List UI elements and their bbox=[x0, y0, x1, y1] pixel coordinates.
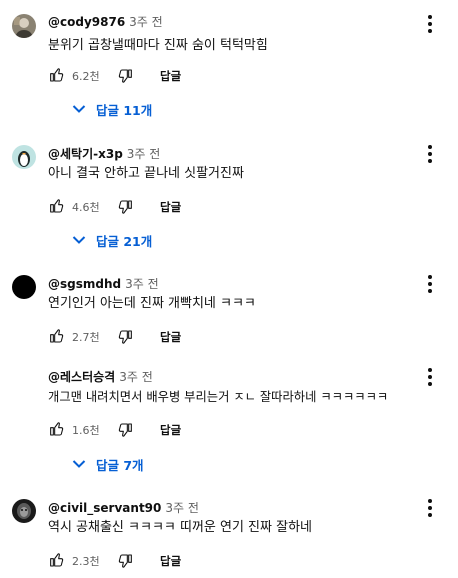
dislike-icon[interactable] bbox=[118, 199, 134, 215]
reply-button[interactable]: 답글 bbox=[160, 422, 181, 438]
reply-button[interactable]: 답글 bbox=[160, 553, 181, 569]
replies-toggle[interactable]: 답글 7개 bbox=[72, 454, 144, 474]
reply-button[interactable]: 답글 bbox=[160, 329, 181, 345]
avatar[interactable] bbox=[12, 275, 36, 299]
author-name[interactable]: @civil_servant90 bbox=[48, 501, 161, 515]
author-name[interactable]: @cody9876 bbox=[48, 15, 125, 29]
avatar[interactable] bbox=[12, 145, 36, 169]
comment-text: 역시 공채출신 ㅋㅋㅋㅋ 띠꺼운 연기 진짜 잘하네 bbox=[48, 520, 312, 535]
avatar[interactable] bbox=[12, 499, 36, 523]
timestamp[interactable]: 3주 전 bbox=[125, 277, 159, 291]
dislike-icon[interactable] bbox=[118, 422, 134, 438]
more-vert-icon[interactable] bbox=[424, 274, 436, 294]
replies-count: 답글 7개 bbox=[96, 457, 144, 473]
replies-count: 답글 11개 bbox=[96, 102, 153, 118]
like-icon[interactable] bbox=[48, 198, 64, 214]
comment-actions: 6.2천 답글 bbox=[48, 67, 248, 87]
like-icon[interactable] bbox=[48, 67, 64, 83]
like-icon[interactable] bbox=[48, 552, 64, 568]
comment-text: 개그맨 내려치면서 배우병 부리는거 ㅈㄴ 잘따라하네 ㅋㅋㅋㅋㅋㅋ bbox=[48, 390, 389, 404]
replies-toggle[interactable]: 답글 11개 bbox=[72, 99, 152, 119]
like-count: 6.2천 bbox=[72, 70, 100, 83]
more-vert-icon[interactable] bbox=[424, 14, 436, 34]
dislike-icon[interactable] bbox=[118, 553, 134, 569]
avatar[interactable] bbox=[12, 14, 36, 38]
comment-header: @sgsmdhd 3주 전 bbox=[48, 276, 159, 292]
timestamp[interactable]: 3주 전 bbox=[129, 15, 163, 29]
author-name[interactable]: @sgsmdhd bbox=[48, 277, 121, 291]
dislike-icon[interactable] bbox=[118, 68, 134, 84]
like-count: 2.7천 bbox=[72, 331, 100, 344]
chevron-down-icon bbox=[72, 104, 86, 114]
replies-count: 답글 21개 bbox=[96, 233, 153, 249]
more-vert-icon[interactable] bbox=[424, 144, 436, 164]
comment-header: @cody9876 3주 전 bbox=[48, 14, 163, 30]
comment-text: 분위기 곱창낼때마다 진짜 숨이 턱턱막힘 bbox=[48, 38, 268, 53]
more-vert-icon[interactable] bbox=[424, 498, 436, 518]
dislike-icon[interactable] bbox=[118, 329, 134, 345]
reply-button[interactable]: 답글 bbox=[160, 68, 181, 84]
chevron-down-icon bbox=[72, 459, 86, 469]
timestamp[interactable]: 3주 전 bbox=[127, 147, 161, 161]
comment-header: @세탁기-x3p 3주 전 bbox=[48, 146, 160, 162]
comment-actions: 2.7천 답글 bbox=[48, 328, 248, 348]
like-icon[interactable] bbox=[48, 328, 64, 344]
like-count: 1.6천 bbox=[72, 424, 100, 437]
comment-header: @civil_servant90 3주 전 bbox=[48, 500, 199, 516]
reply-button[interactable]: 답글 bbox=[160, 199, 181, 215]
chevron-down-icon bbox=[72, 235, 86, 245]
timestamp[interactable]: 3주 전 bbox=[165, 501, 199, 515]
replies-toggle[interactable]: 답글 21개 bbox=[72, 230, 152, 250]
like-count: 2.3천 bbox=[72, 555, 100, 568]
author-name[interactable]: @세탁기-x3p bbox=[48, 147, 123, 161]
author-name[interactable]: @레스터승격 bbox=[48, 370, 115, 384]
comment-text: 연기인거 아는데 진짜 개빡치네 ㅋㅋㅋ bbox=[48, 296, 256, 311]
comment-actions: 2.3천 답글 bbox=[48, 552, 248, 572]
more-vert-icon[interactable] bbox=[424, 367, 436, 387]
comment-actions: 1.6천 답글 bbox=[48, 421, 248, 441]
timestamp[interactable]: 3주 전 bbox=[119, 370, 153, 384]
like-count: 4.6천 bbox=[72, 201, 100, 214]
like-icon[interactable] bbox=[48, 421, 64, 437]
comment-text: 아니 결국 안하고 끝나네 싯팔거진짜 bbox=[48, 166, 244, 181]
comment-actions: 4.6천 답글 bbox=[48, 198, 248, 218]
comment-header: @레스터승격 3주 전 bbox=[48, 369, 153, 385]
